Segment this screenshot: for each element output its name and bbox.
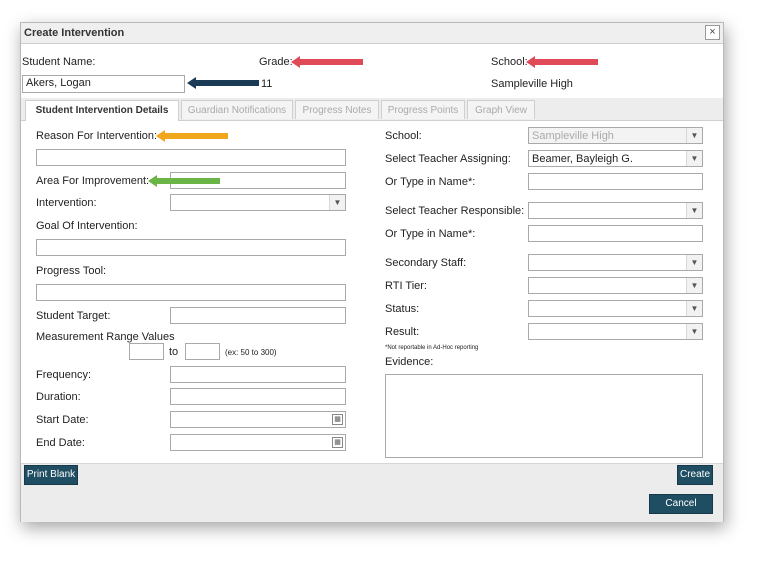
school-select: Sampleville High ▼	[528, 127, 703, 144]
secondary-staff-select[interactable]: ▼	[528, 254, 703, 271]
school-label: School:	[491, 56, 528, 68]
navy-arrow-icon	[187, 77, 259, 89]
teacher-responsible-label: Select Teacher Responsible:	[385, 205, 525, 217]
grade-value: 11	[261, 78, 273, 90]
grade-label: Grade:	[259, 56, 293, 68]
calendar-icon[interactable]: ▦	[332, 437, 343, 448]
status-label: Status:	[385, 303, 420, 315]
right-school-label: School:	[385, 130, 422, 142]
range-max-input[interactable]	[185, 343, 220, 360]
progress-tool-label: Progress Tool:	[36, 265, 107, 277]
student-target-label: Student Target:	[36, 310, 111, 322]
teacher-assigning-select[interactable]: Beamer, Bayleigh G. ▼	[528, 150, 703, 167]
chevron-down-icon: ▼	[686, 255, 702, 270]
red-arrow-icon	[291, 56, 363, 68]
school-value: Sampleville High	[491, 78, 573, 90]
teacher-assigning-value: Beamer, Bayleigh G.	[532, 153, 633, 165]
chevron-down-icon: ▼	[686, 301, 702, 316]
chevron-down-icon: ▼	[329, 195, 345, 210]
dialog-titlebar: Create Intervention ×	[21, 23, 723, 44]
to-label: to	[169, 346, 179, 358]
intervention-label: Intervention:	[36, 197, 97, 209]
teacher-assigning-name-input[interactable]	[528, 173, 703, 190]
start-date-input[interactable]: ▦	[170, 411, 346, 428]
frequency-input[interactable]	[170, 366, 346, 383]
start-date-label: Start Date:	[36, 414, 89, 426]
tab-progress-points[interactable]: Progress Points	[381, 100, 465, 119]
tab-progress-notes[interactable]: Progress Notes	[295, 100, 379, 119]
status-select[interactable]: ▼	[528, 300, 703, 317]
area-label: Area For Improvement:	[36, 175, 150, 187]
goal-input[interactable]	[36, 239, 346, 256]
teacher-responsible-select[interactable]: ▼	[528, 202, 703, 219]
rti-tier-label: RTI Tier:	[385, 280, 427, 292]
result-label: Result:	[385, 326, 420, 338]
create-intervention-dialog: Create Intervention × Student Name: Grad…	[20, 22, 724, 522]
student-name-field[interactable]: Akers, Logan	[22, 75, 185, 93]
intervention-select[interactable]: ▼	[170, 194, 346, 211]
range-min-input[interactable]	[129, 343, 164, 360]
student-target-input[interactable]	[170, 307, 346, 324]
frequency-label: Frequency:	[36, 369, 92, 381]
calendar-icon[interactable]: ▦	[332, 414, 343, 425]
tab-guardian-notifications[interactable]: Guardian Notifications	[181, 100, 293, 119]
dialog-footer: Print Blank Create Cancel	[21, 463, 723, 522]
end-date-input[interactable]: ▦	[170, 434, 346, 451]
secondary-staff-label: Secondary Staff:	[385, 257, 467, 269]
teacher-responsible-name-input[interactable]	[528, 225, 703, 242]
red-arrow-icon	[526, 56, 598, 68]
green-arrow-icon	[148, 175, 220, 187]
goal-label: Goal Of Intervention:	[36, 220, 138, 232]
result-select[interactable]: ▼	[528, 323, 703, 340]
chevron-down-icon: ▼	[686, 278, 702, 293]
dialog-title: Create Intervention	[24, 27, 125, 39]
student-name-value: Akers, Logan	[26, 77, 91, 89]
reason-input[interactable]	[36, 149, 346, 166]
type-in-name-label: Or Type in Name*:	[385, 176, 476, 188]
reason-label: Reason For Intervention:	[36, 130, 158, 142]
end-date-label: End Date:	[36, 437, 85, 449]
teacher-assigning-label: Select Teacher Assigning:	[385, 153, 511, 165]
chevron-down-icon: ▼	[686, 128, 702, 143]
chevron-down-icon: ▼	[686, 324, 702, 339]
tab-graph-view[interactable]: Graph View	[467, 100, 535, 119]
school-select-value: Sampleville High	[532, 130, 614, 142]
tab-student-intervention-details[interactable]: Student Intervention Details	[25, 100, 179, 121]
duration-input[interactable]	[170, 388, 346, 405]
tab-bar: Student Intervention Details Guardian No…	[21, 98, 723, 121]
progress-tool-input[interactable]	[36, 284, 346, 301]
create-button[interactable]: Create	[677, 465, 713, 485]
chevron-down-icon: ▼	[686, 151, 702, 166]
evidence-textarea[interactable]	[385, 374, 703, 458]
orange-arrow-icon	[156, 130, 228, 142]
range-hint: (ex: 50 to 300)	[225, 348, 277, 357]
chevron-down-icon: ▼	[686, 203, 702, 218]
evidence-label: Evidence:	[385, 356, 434, 368]
footnote: *Not reportable in Ad-Hoc reporting	[385, 345, 479, 351]
type-in-name-label-2: Or Type in Name*:	[385, 228, 476, 240]
student-name-label: Student Name:	[22, 56, 96, 68]
rti-tier-select[interactable]: ▼	[528, 277, 703, 294]
duration-label: Duration:	[36, 391, 81, 403]
cancel-button[interactable]: Cancel	[649, 494, 713, 514]
close-icon[interactable]: ×	[705, 25, 720, 40]
print-blank-button[interactable]: Print Blank	[24, 465, 78, 485]
measurement-label: Measurement Range Values	[36, 331, 175, 343]
